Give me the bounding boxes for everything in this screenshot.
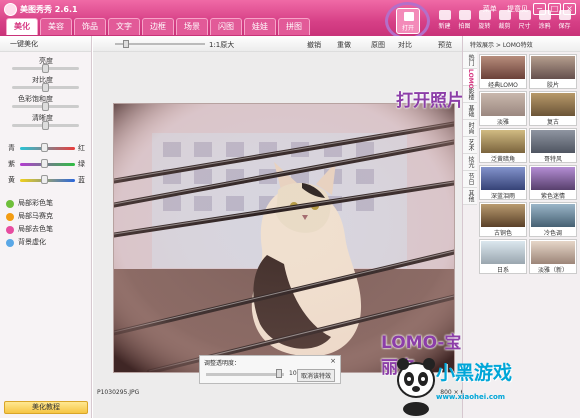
site-watermark: 小黑游戏 www.xiaohei.com bbox=[394, 350, 580, 418]
partial-color-brush[interactable]: 局部彩色笔 bbox=[0, 197, 91, 210]
auto-beautify-button[interactable]: 一键美化 bbox=[0, 36, 91, 52]
tab-collage[interactable]: 拼图 bbox=[278, 18, 310, 35]
canvas-toolbar: 1:1原大 撤销 重做 原图 对比 预览 bbox=[93, 36, 477, 52]
category-basic[interactable]: 基础 bbox=[463, 103, 477, 120]
redo-button[interactable]: 重做 bbox=[337, 40, 351, 50]
effect-thumb[interactable]: 古铜色 bbox=[479, 202, 527, 237]
open-button[interactable]: 打开 bbox=[396, 8, 420, 34]
category-fashion[interactable]: 时尚 bbox=[463, 120, 477, 137]
file-name: P1030295.JPG bbox=[97, 389, 140, 396]
save-icon bbox=[558, 10, 571, 20]
left-panel: 一键美化 亮度 对比度 色彩饱和度 清晰度 青红 紫绿 黄蓝 局部彩色笔 局部马… bbox=[0, 36, 92, 418]
app-title: 美图秀秀 2.6.1 bbox=[20, 5, 78, 14]
cyan-red-slider[interactable]: 青红 bbox=[0, 140, 91, 156]
open-label: 打开 bbox=[401, 25, 414, 32]
effect-thumb[interactable]: 胶片 bbox=[529, 54, 577, 89]
tab-scene[interactable]: 场景 bbox=[176, 18, 208, 35]
resize-icon bbox=[518, 10, 531, 20]
effect-thumb[interactable]: 紫色迷情 bbox=[529, 165, 577, 200]
camera-icon bbox=[458, 10, 471, 20]
yellow-blue-slider[interactable]: 黄蓝 bbox=[0, 172, 91, 188]
watermark-url: www.xiaohei.com bbox=[436, 393, 506, 401]
cancel-effect-button[interactable]: 取消该特效 bbox=[296, 369, 335, 382]
blur-icon bbox=[6, 239, 14, 247]
partial-mosaic[interactable]: 局部马赛克 bbox=[0, 210, 91, 223]
opacity-label: 调整透明度： bbox=[204, 360, 241, 367]
panda-icon bbox=[397, 358, 435, 416]
desaturate-icon bbox=[6, 226, 14, 234]
tab-flash[interactable]: 闪图 bbox=[210, 18, 242, 35]
compare-button[interactable]: 对比 bbox=[398, 40, 412, 50]
tab-beautify[interactable]: 美化 bbox=[6, 18, 38, 35]
zoom-thumb[interactable] bbox=[123, 40, 129, 48]
crop-icon bbox=[498, 10, 511, 20]
category-glow[interactable]: 炫光 bbox=[463, 154, 477, 171]
mosaic-icon bbox=[6, 213, 14, 221]
tab-text[interactable]: 文字 bbox=[108, 18, 140, 35]
dialog-close-button[interactable]: × bbox=[330, 357, 336, 365]
capture-button[interactable]: 拍图 bbox=[455, 10, 474, 30]
effect-thumb[interactable]: 深蓝泪雨 bbox=[479, 165, 527, 200]
slider-thumb[interactable] bbox=[42, 64, 49, 73]
opacity-thumb[interactable] bbox=[276, 369, 282, 378]
top-toolbar: 新建 拍图 旋转 裁剪 尺寸 涂鸦 保存 bbox=[435, 10, 574, 30]
watermark-logo: 小黑游戏 bbox=[436, 362, 513, 384]
draw-button[interactable]: 涂鸦 bbox=[535, 10, 554, 30]
brush-icon bbox=[538, 10, 551, 20]
effect-thumb[interactable]: 淡雅（新） bbox=[529, 239, 577, 274]
tab-doll[interactable]: 娃娃 bbox=[244, 18, 276, 35]
folder-icon bbox=[404, 12, 414, 21]
effect-category-tabs: 热门 LOMO 影楼 基础 时尚 艺术 炫光 节日 其他 bbox=[463, 52, 477, 205]
category-hot[interactable]: 热门 bbox=[463, 52, 477, 69]
original-button[interactable]: 原图 bbox=[371, 40, 385, 50]
crop-button[interactable]: 裁剪 bbox=[495, 10, 514, 30]
new-icon bbox=[438, 10, 451, 20]
new-button[interactable]: 新建 bbox=[435, 10, 454, 30]
effect-breadcrumb: 特效展示 > LOMO特效 bbox=[463, 36, 580, 52]
background-blur[interactable]: 背景虚化 bbox=[0, 236, 91, 249]
tab-accessories[interactable]: 饰品 bbox=[74, 18, 106, 35]
effect-thumb[interactable]: 经典LOMO bbox=[479, 54, 527, 89]
category-lomo[interactable]: LOMO bbox=[463, 69, 477, 89]
magenta-green-slider[interactable]: 紫绿 bbox=[0, 156, 91, 172]
rotate-icon bbox=[478, 10, 491, 20]
slider-thumb[interactable] bbox=[42, 83, 49, 92]
tutorial-button[interactable]: 美化教程 bbox=[4, 401, 88, 414]
effect-thumb[interactable]: 泛黄暗角 bbox=[479, 128, 527, 163]
zoom-label[interactable]: 1:1原大 bbox=[209, 40, 234, 50]
save-button[interactable]: 保存 bbox=[555, 10, 574, 30]
effect-thumb[interactable]: 日系 bbox=[479, 239, 527, 274]
category-festival[interactable]: 节日 bbox=[463, 171, 477, 188]
preview-button[interactable]: 预览 bbox=[438, 40, 452, 50]
opacity-slider[interactable] bbox=[206, 373, 284, 376]
app-logo-icon bbox=[4, 3, 17, 16]
category-art[interactable]: 艺术 bbox=[463, 137, 477, 154]
effect-thumb[interactable]: 复古 bbox=[529, 91, 577, 126]
undo-button[interactable]: 撤销 bbox=[307, 40, 321, 50]
slider-thumb[interactable] bbox=[42, 102, 49, 111]
effect-thumb[interactable]: 哥特风 bbox=[529, 128, 577, 163]
tab-frame[interactable]: 边框 bbox=[142, 18, 174, 35]
rotate-button[interactable]: 旋转 bbox=[475, 10, 494, 30]
partial-desaturate[interactable]: 局部去色笔 bbox=[0, 223, 91, 236]
tab-beauty[interactable]: 美容 bbox=[40, 18, 72, 35]
category-other[interactable]: 其他 bbox=[463, 188, 477, 205]
effect-grid: 经典LOMO 胶片 淡雅 复古 泛黄暗角 哥特风 深蓝泪雨 紫色迷情 古铜色 冷… bbox=[479, 54, 577, 274]
effect-thumb[interactable]: 冷色调 bbox=[529, 202, 577, 237]
effect-thumb[interactable]: 淡雅 bbox=[479, 91, 527, 126]
brightness-slider[interactable]: 亮度 bbox=[0, 56, 91, 75]
main-tabs: 美化 美容 饰品 文字 边框 场景 闪图 娃娃 拼图 bbox=[6, 18, 310, 35]
category-studio[interactable]: 影楼 bbox=[463, 86, 477, 103]
color-brush-icon bbox=[6, 200, 14, 208]
opacity-dialog: 调整透明度： × 100% 取消该特效 bbox=[199, 355, 341, 384]
slider-thumb[interactable] bbox=[42, 121, 49, 130]
contrast-slider[interactable]: 对比度 bbox=[0, 75, 91, 94]
open-photo-annotation: 打开照片 bbox=[396, 91, 464, 111]
resize-button[interactable]: 尺寸 bbox=[515, 10, 534, 30]
saturation-slider[interactable]: 色彩饱和度 bbox=[0, 94, 91, 113]
sharpness-slider[interactable]: 清晰度 bbox=[0, 113, 91, 132]
